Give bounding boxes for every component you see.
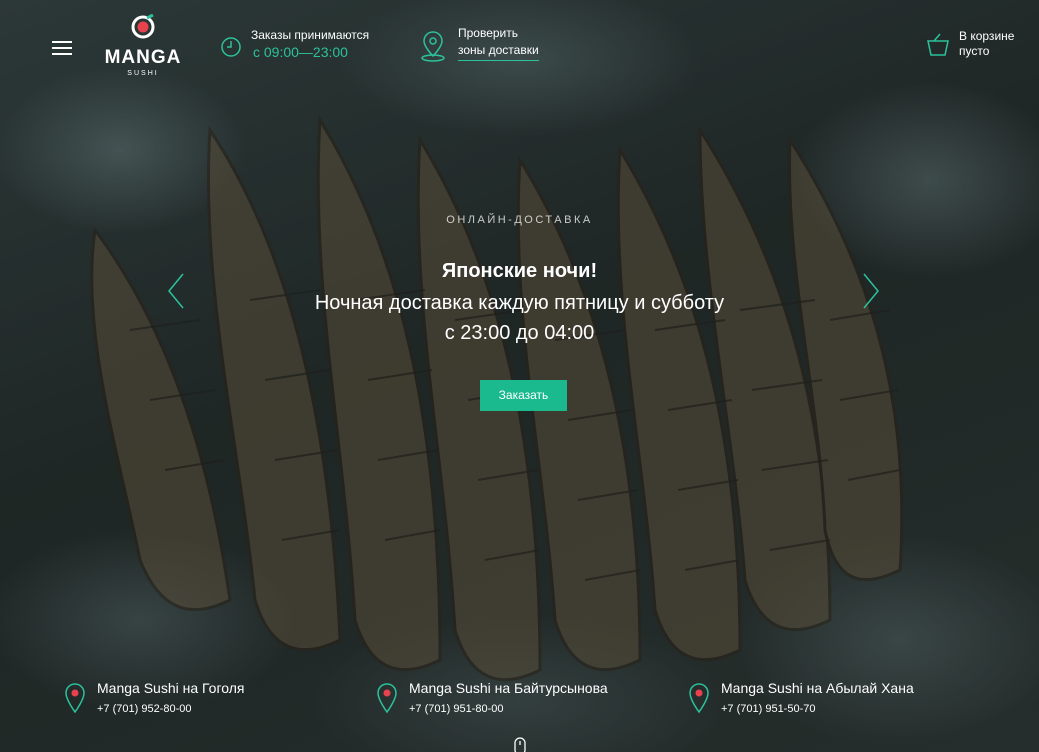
location-pin-icon [65,683,85,714]
basket-icon [927,33,949,56]
hero-background-image [0,0,1039,752]
location-phone[interactable]: +7 (701) 952-80-00 [97,703,191,715]
location-name: Manga Sushi на Абылай Хана [721,680,914,696]
location-phone[interactable]: +7 (701) 951-50-70 [721,703,815,715]
location-pin-icon [377,683,397,714]
cart-label-1: В корзине [959,29,1015,43]
site-header: MANGA SUSHI Заказы принимаются с 09:00—2… [0,0,1039,80]
hours-value: с 09:00—23:00 [253,44,348,60]
location-name: Manga Sushi на Гоголя [97,680,245,696]
chevron-left-icon[interactable] [166,272,186,310]
zones-label-1: Проверить [458,26,519,40]
hero-subtitle-1: Ночная доставка каждую пятницу и субботу [314,292,725,314]
hero-eyebrow: ОНЛАЙН-ДОСТАВКА [446,214,593,226]
brand-name: MANGA [104,47,182,68]
cart-label-2: пусто [959,44,990,58]
order-button[interactable]: Заказать [480,380,567,411]
chevron-right-icon[interactable] [861,272,881,310]
location-name: Manga Sushi на Байтурсынова [409,680,608,696]
location-phone[interactable]: +7 (701) 951-80-00 [409,703,503,715]
map-pin-icon [421,31,445,62]
zones-label-2: зоны доставки [458,43,539,61]
clock-icon [221,37,241,57]
menu-icon[interactable] [52,41,72,55]
brand-logo[interactable]: MANGA SUSHI [102,13,184,77]
hours-label: Заказы принимаются [251,28,370,42]
hero-title: Японские ночи! [441,260,598,282]
hero-subtitle-2: с 23:00 до 04:00 [444,322,595,344]
logo-mark-icon [131,13,155,39]
scroll-mouse-icon[interactable] [514,737,526,752]
brand-sub: SUSHI [127,70,159,77]
location-pin-icon [689,683,709,714]
